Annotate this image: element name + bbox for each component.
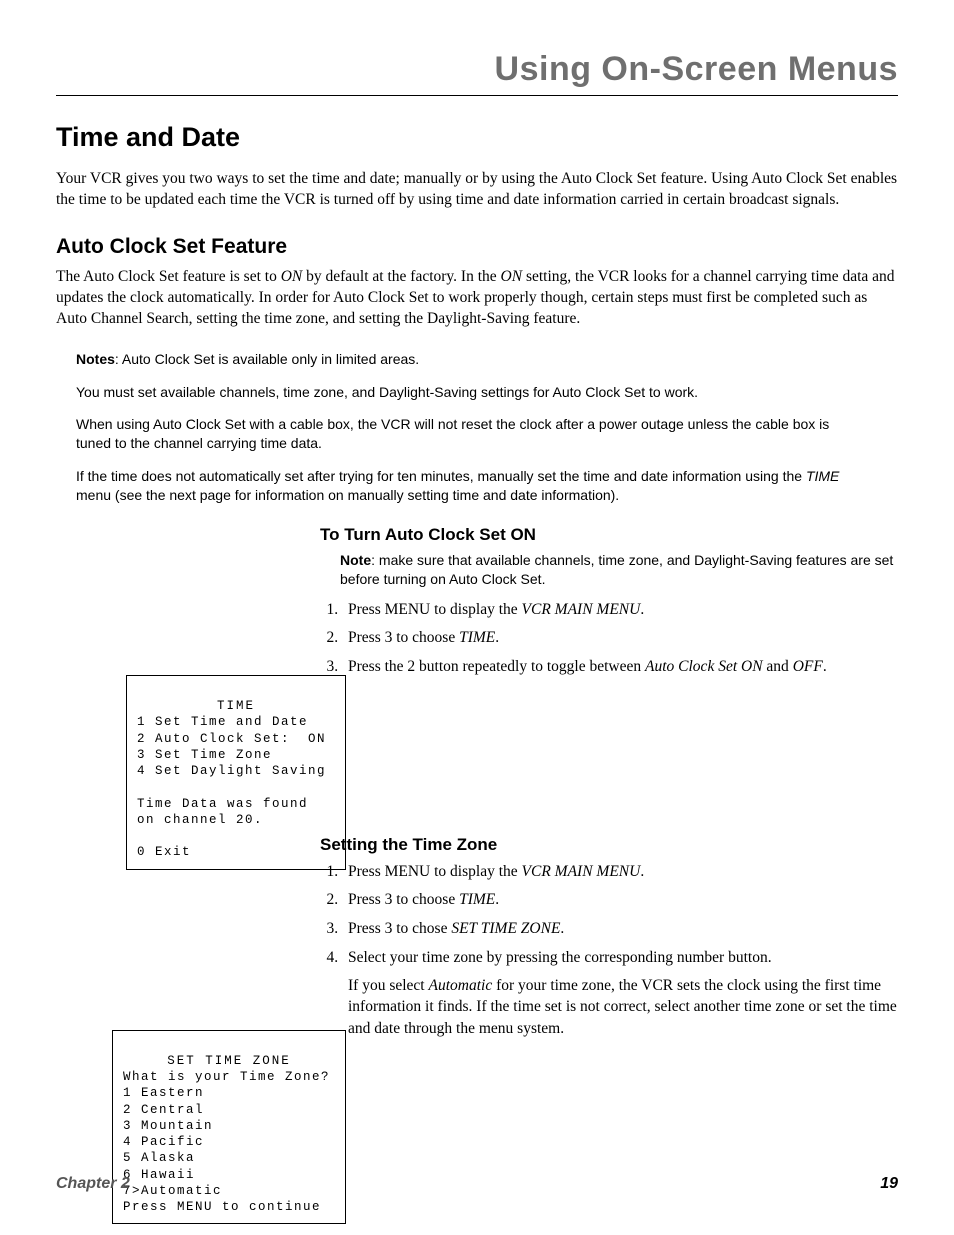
steps-auto-clock-on: Press MENU to display the VCR MAIN MENU.… bbox=[320, 599, 898, 678]
vcr-menu-time: TIME1 Set Time and Date 2 Auto Clock Set… bbox=[126, 675, 346, 870]
footer-page-number: 19 bbox=[880, 1175, 898, 1193]
heading-setting-time-zone: Setting the Time Zone bbox=[320, 835, 898, 855]
note-text: If the time does not automatically set a… bbox=[76, 467, 858, 505]
step: Press MENU to display the VCR MAIN MENU. bbox=[342, 861, 898, 883]
step: Press 3 to chose SET TIME ZONE. bbox=[342, 918, 898, 940]
step: Select your time zone by pressing the co… bbox=[342, 947, 898, 1040]
notes-block: Notes: Auto Clock Set is available only … bbox=[76, 350, 858, 505]
heading-time-and-date: Time and Date bbox=[56, 122, 898, 153]
step: Press 3 to choose TIME. bbox=[342, 889, 898, 911]
step: Press 3 to choose TIME. bbox=[342, 627, 898, 649]
intro-paragraph: Your VCR gives you two ways to set the t… bbox=[56, 169, 898, 211]
footer-chapter: Chapter 2 bbox=[56, 1175, 130, 1193]
vcr-menu-set-time-zone: SET TIME ZONEWhat is your Time Zone? 1 E… bbox=[112, 1030, 346, 1225]
heading-turn-auto-clock-on: To Turn Auto Clock Set ON bbox=[320, 525, 898, 545]
note-text: When using Auto Clock Set with a cable b… bbox=[76, 415, 858, 453]
steps-time-zone: Press MENU to display the VCR MAIN MENU.… bbox=[320, 861, 898, 1040]
heading-auto-clock-set: Auto Clock Set Feature bbox=[56, 235, 898, 259]
step: Press the 2 button repeatedly to toggle … bbox=[342, 656, 898, 678]
note-inline: Note: make sure that available channels,… bbox=[340, 551, 898, 589]
note-text: You must set available channels, time zo… bbox=[76, 383, 858, 402]
auto-clock-paragraph: The Auto Clock Set feature is set to ON … bbox=[56, 267, 898, 330]
page-header: Using On-Screen Menus bbox=[56, 50, 898, 96]
notes-label: Notes bbox=[76, 351, 115, 367]
step: Press MENU to display the VCR MAIN MENU. bbox=[342, 599, 898, 621]
step-sub: If you select Automatic for your time zo… bbox=[348, 975, 898, 1040]
